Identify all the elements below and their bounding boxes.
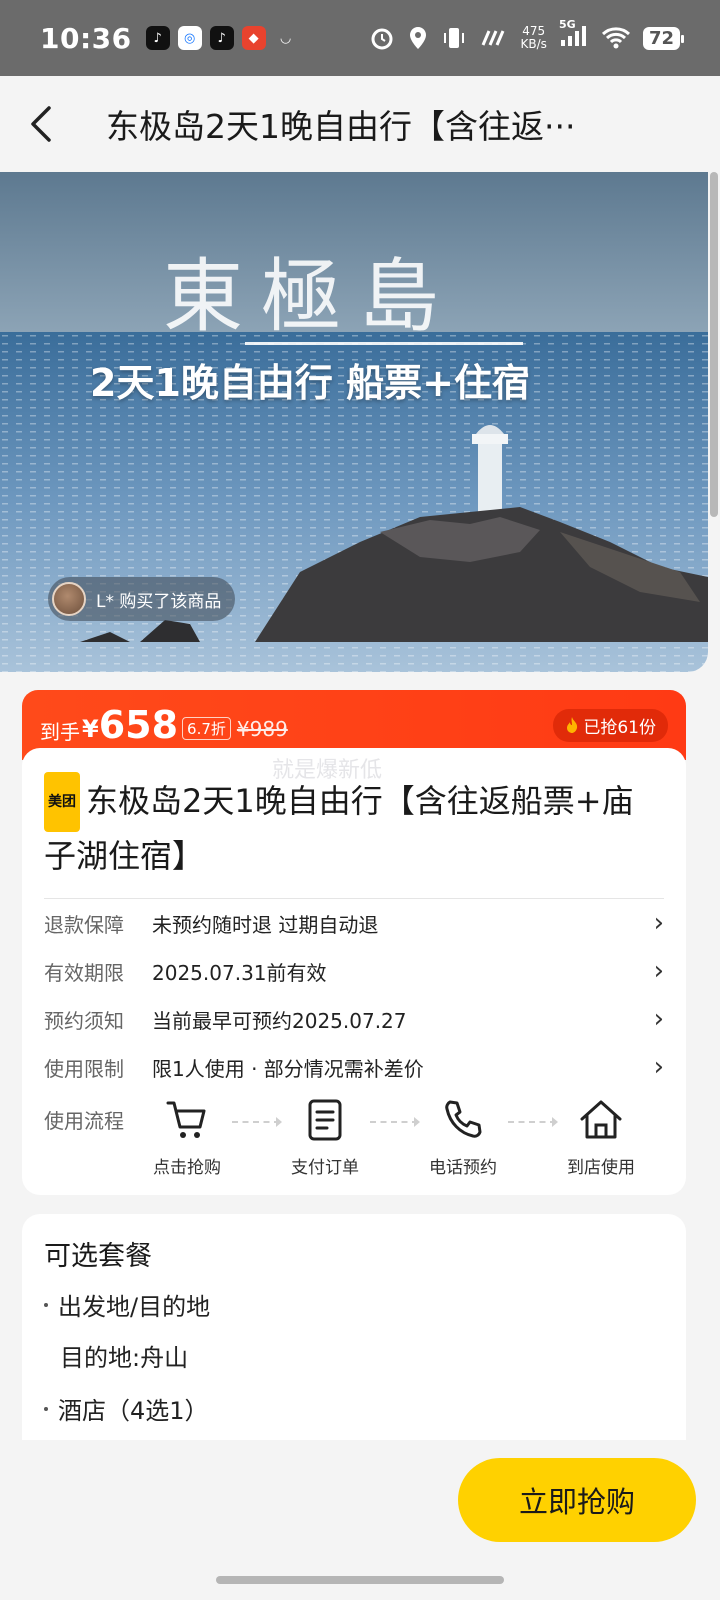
hero-title: 東極島 <box>163 250 457 343</box>
avatar <box>52 582 86 616</box>
bullet <box>44 1406 48 1411</box>
package-item-label: 酒店（4选1） <box>58 1397 209 1425</box>
document-icon <box>308 1099 342 1141</box>
hero-subtitle: 2天1晚自由行 船票+住宿 <box>90 361 530 405</box>
info-row-booking[interactable]: 预约须知 当前最早可预约2025.07.27 › <box>44 995 664 1043</box>
info-row-value: 限1人使用 · 部分情况需补差价 <box>152 1056 424 1081</box>
home-icon <box>580 1100 622 1139</box>
price-label: 到手 <box>40 719 80 744</box>
watermark: 就是爆新低 <box>272 758 383 783</box>
hero-divider <box>245 342 523 345</box>
step-label: 电话预约 <box>429 1158 497 1178</box>
step-call: 电话预约 <box>418 1097 508 1178</box>
hd-icon <box>481 30 504 46</box>
chevron-right-icon: › <box>653 1052 664 1082</box>
battery-indicator: 72 <box>642 26 685 50</box>
meituan-logo: 美团 <box>44 772 80 832</box>
usage-steps: 点击抢购 支付订单 电话预约 到店使用 <box>142 1097 664 1178</box>
info-row-key: 预约须知 <box>44 1008 124 1033</box>
chat-app-icon: ◎ <box>177 26 202 50</box>
sold-count-text: 已抢61份 <box>583 717 656 738</box>
notification-icons: ♪ ◎ ♪ ◆ ◡ <box>145 26 298 50</box>
location-icon <box>409 27 426 49</box>
info-row-refund[interactable]: 退款保障 未预约随时退 过期自动退 › <box>44 899 664 947</box>
package-item: 出发地/目的地 <box>44 1287 664 1322</box>
status-bar: 10:36 ♪ ◎ ♪ ◆ ◡ 475 KB/s 5G 72 <box>0 0 720 76</box>
info-row-restriction[interactable]: 使用限制 限1人使用 · 部分情况需补差价 › <box>44 1043 664 1091</box>
packages-title: 可选套餐 <box>44 1241 152 1272</box>
info-row-validity[interactable]: 有效期限 2025.07.31前有效 › <box>44 947 664 995</box>
step-visit: 到店使用 <box>556 1097 646 1178</box>
cup-icon: ◡ <box>280 30 291 46</box>
alarm-icon <box>371 28 393 50</box>
network-type: 5G <box>558 18 576 31</box>
price-value: 658 <box>98 703 179 747</box>
home-indicator[interactable] <box>216 1576 504 1584</box>
original-price: ¥989 <box>236 717 288 741</box>
status-time: 10:36 <box>40 21 132 55</box>
wifi-icon <box>601 27 630 49</box>
chevron-right-icon: › <box>653 908 664 938</box>
system-icons: 475 KB/s 5G 72 <box>369 18 685 52</box>
fire-icon <box>567 717 578 733</box>
scrollbar[interactable] <box>710 172 718 517</box>
hero-image[interactable]: 東極島 2天1晚自由行 船票+住宿 L* 购买了该商品 <box>0 172 708 672</box>
chevron-right-icon: › <box>653 1004 664 1034</box>
usage-flow: 使用流程 点击抢购 支付订单 电话预约 到店使用 <box>44 1097 664 1178</box>
chevron-left-icon <box>31 106 51 142</box>
sold-count-badge: 已抢61份 <box>553 708 668 742</box>
info-row-value: 2025.07.31前有效 <box>152 960 327 985</box>
tiktok-icon: ♪ <box>145 26 170 50</box>
red-app-icon: ◆ <box>241 26 266 50</box>
package-item: 酒店（4选1） <box>44 1391 664 1426</box>
step-label: 支付订单 <box>291 1158 359 1178</box>
package-item-value: 目的地:舟山 <box>60 1344 189 1372</box>
step-purchase: 点击抢购 <box>142 1097 232 1178</box>
info-row-key: 退款保障 <box>44 912 124 937</box>
step-label: 到店使用 <box>567 1158 635 1178</box>
info-row-key: 使用限制 <box>44 1056 124 1081</box>
step-label: 点击抢购 <box>153 1158 221 1178</box>
net-speed: 475 KB/s <box>521 25 547 51</box>
packages-card: 可选套餐 出发地/目的地 目的地:舟山 酒店（4选1） <box>22 1214 686 1440</box>
cart-icon <box>166 1101 206 1138</box>
tiktok-lite-icon: ♪ <box>209 26 234 50</box>
price-currency: ¥ <box>82 715 99 743</box>
back-button[interactable] <box>0 76 80 172</box>
chevron-right-icon: › <box>653 956 664 986</box>
buy-now-button[interactable]: 立即抢购 <box>458 1458 696 1542</box>
vibrate-icon <box>443 28 464 48</box>
info-row-value: 当前最早可预约2025.07.27 <box>152 1008 407 1033</box>
bullet <box>44 1302 48 1307</box>
net-speed-unit: KB/s <box>520 37 547 51</box>
product-title: 美团 东极岛2天1晚自由行【含往返船票+庙子湖住宿】 <box>44 772 664 880</box>
info-row-value: 未预约随时退 过期自动退 <box>152 912 379 937</box>
package-item-label: 出发地/目的地 <box>58 1293 211 1321</box>
step-pay: 支付订单 <box>280 1097 370 1178</box>
flow-arrow <box>508 1117 558 1127</box>
info-row-key: 有效期限 <box>44 960 124 985</box>
product-info-card: 就是爆新低 美团 东极岛2天1晚自由行【含往返船票+庙子湖住宿】 退款保障 未预约… <box>22 748 686 1195</box>
recent-buyer-text: L* 购买了该商品 <box>96 591 222 612</box>
product-title-text: 东极岛2天1晚自由行【含往返船票+庙子湖住宿】 <box>44 782 634 875</box>
recent-buyer-pill: L* 购买了该商品 <box>48 577 236 621</box>
flow-arrow <box>370 1117 420 1127</box>
discount-badge: 6.7折 <box>182 716 231 740</box>
phone-icon <box>445 1100 482 1138</box>
page-title: 东极岛2天1晚自由行【含往返··· <box>106 107 576 146</box>
nav-bar: 东极岛2天1晚自由行【含往返··· <box>0 76 720 172</box>
flow-arrow <box>232 1117 282 1127</box>
usage-flow-label: 使用流程 <box>44 1109 124 1133</box>
signal-icon: 5G <box>559 18 589 52</box>
